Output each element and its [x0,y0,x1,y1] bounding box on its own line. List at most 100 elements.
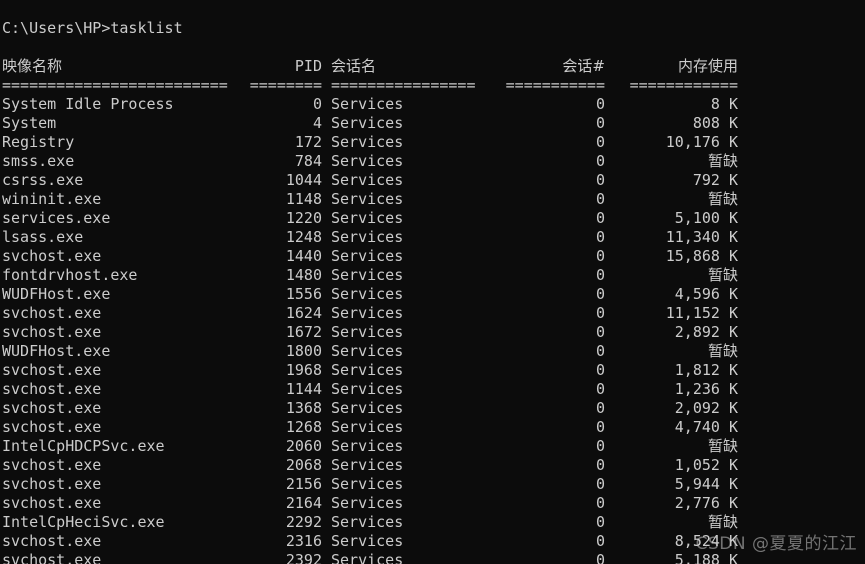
cell-session-name: Services [322,418,501,437]
cell-image-name: fontdrvhost.exe [2,266,245,285]
cell-session-name: Services [322,437,501,456]
cell-session-number: 0 [501,532,605,551]
cell-session-name: Services [322,380,501,399]
cell-memory-usage: 2,092 K [605,399,738,418]
cell-session-number: 0 [501,95,605,114]
cell-image-name: svchost.exe [2,380,245,399]
cell-image-name: csrss.exe [2,171,245,190]
table-row: WUDFHost.exe1556Services04,596 K [0,285,865,304]
cell-session-name: Services [322,228,501,247]
cell-image-name: svchost.exe [2,361,245,380]
cell-session-number: 0 [501,456,605,475]
table-row: svchost.exe1672Services02,892 K [0,323,865,342]
cell-pid: 2316 [245,532,322,551]
cell-session-name: Services [322,494,501,513]
cell-memory-usage: 2,776 K [605,494,738,513]
cell-session-number: 0 [501,342,605,361]
cell-session-name: Services [322,209,501,228]
cell-session-name: Services [322,95,501,114]
cell-pid: 1044 [245,171,322,190]
cell-memory-usage: 8 K [605,95,738,114]
table-row: svchost.exe1144Services01,236 K [0,380,865,399]
table-row: wininit.exe1148Services0暂缺 [0,190,865,209]
cell-memory-usage: 792 K [605,171,738,190]
cell-image-name: wininit.exe [2,190,245,209]
cell-session-name: Services [322,532,501,551]
table-row: svchost.exe1268Services04,740 K [0,418,865,437]
cell-session-number: 0 [501,361,605,380]
separator-session-name: ================ [322,76,501,95]
cell-image-name: IntelCpHeciSvc.exe [2,513,245,532]
cell-session-number: 0 [501,171,605,190]
cell-session-name: Services [322,475,501,494]
cell-session-name: Services [322,114,501,133]
cell-memory-usage: 2,892 K [605,323,738,342]
table-row: svchost.exe2392Services05,188 K [0,551,865,564]
cell-pid: 1220 [245,209,322,228]
cell-pid: 0 [245,95,322,114]
cell-image-name: svchost.exe [2,247,245,266]
cell-session-name: Services [322,190,501,209]
table-row: System4Services0808 K [0,114,865,133]
cell-pid: 784 [245,152,322,171]
header-session-number: 会话# [501,57,605,76]
cell-memory-usage: 10,176 K [605,133,738,152]
cell-memory-usage: 11,152 K [605,304,738,323]
cell-image-name: WUDFHost.exe [2,342,245,361]
table-row: svchost.exe2316Services08,524 K [0,532,865,551]
cell-image-name: svchost.exe [2,551,245,564]
table-row: services.exe1220Services05,100 K [0,209,865,228]
cell-pid: 2392 [245,551,322,564]
cell-image-name: svchost.exe [2,532,245,551]
console-window[interactable]: C:\Users\HP>tasklist 映像名称 PID 会话名 会话# 内存… [0,0,865,564]
cell-pid: 1440 [245,247,322,266]
cell-memory-usage: 4,740 K [605,418,738,437]
cell-pid: 172 [245,133,322,152]
cell-memory-usage: 5,188 K [605,551,738,564]
cell-session-number: 0 [501,133,605,152]
table-row: WUDFHost.exe1800Services0暂缺 [0,342,865,361]
cell-pid: 1268 [245,418,322,437]
separator-image-name: ========================= [2,76,245,95]
table-row: csrss.exe1044Services0792 K [0,171,865,190]
table-row: svchost.exe2164Services02,776 K [0,494,865,513]
cell-session-number: 0 [501,494,605,513]
cell-memory-usage: 暂缺 [605,437,738,456]
header-image-name: 映像名称 [2,57,245,76]
cell-image-name: lsass.exe [2,228,245,247]
cell-memory-usage: 暂缺 [605,342,738,361]
cell-image-name: WUDFHost.exe [2,285,245,304]
cell-memory-usage: 808 K [605,114,738,133]
cell-session-name: Services [322,551,501,564]
table-row: svchost.exe1440Services015,868 K [0,247,865,266]
cell-session-number: 0 [501,323,605,342]
cell-image-name: IntelCpHDCPSvc.exe [2,437,245,456]
cell-image-name: smss.exe [2,152,245,171]
cell-session-number: 0 [501,418,605,437]
cell-session-number: 0 [501,228,605,247]
cell-image-name: svchost.exe [2,418,245,437]
cell-session-name: Services [322,285,501,304]
cell-image-name: System [2,114,245,133]
cell-session-name: Services [322,171,501,190]
cell-session-number: 0 [501,513,605,532]
top-blank-line [0,0,865,19]
cell-session-name: Services [322,266,501,285]
cell-pid: 1148 [245,190,322,209]
table-row: IntelCpHDCPSvc.exe2060Services0暂缺 [0,437,865,456]
table-row: svchost.exe2156Services05,944 K [0,475,865,494]
table-row: fontdrvhost.exe1480Services0暂缺 [0,266,865,285]
separator-memory-usage: ============ [605,76,738,95]
table-header-row: 映像名称 PID 会话名 会话# 内存使用 [0,57,865,76]
cell-memory-usage: 1,236 K [605,380,738,399]
table-row: svchost.exe1968Services01,812 K [0,361,865,380]
cell-memory-usage: 11,340 K [605,228,738,247]
cell-image-name: Registry [2,133,245,152]
table-row: lsass.exe1248Services011,340 K [0,228,865,247]
cell-pid: 2156 [245,475,322,494]
cell-memory-usage: 5,100 K [605,209,738,228]
cell-pid: 2292 [245,513,322,532]
cell-session-number: 0 [501,247,605,266]
cell-memory-usage: 暂缺 [605,266,738,285]
cell-pid: 1248 [245,228,322,247]
